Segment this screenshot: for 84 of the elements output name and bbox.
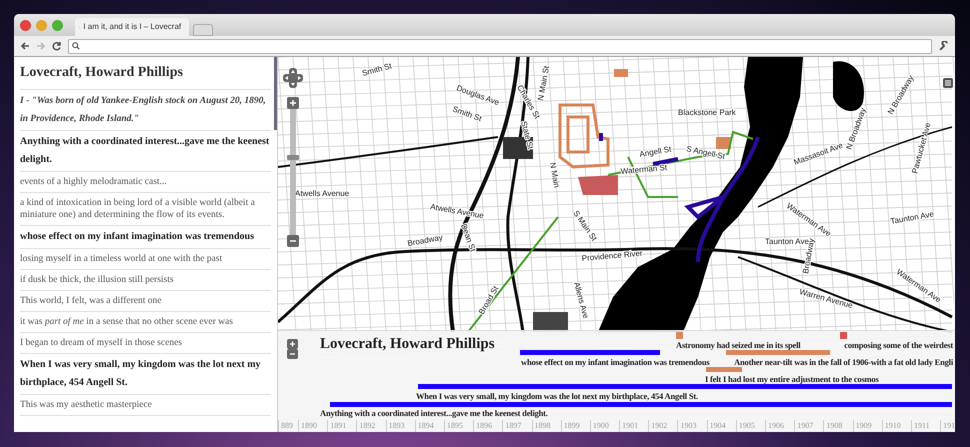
- forward-arrow-icon[interactable]: [36, 41, 46, 51]
- year-tick: 889: [278, 420, 298, 432]
- street-label: N Main St: [536, 65, 552, 102]
- sidebar-title: Lovecraft, Howard Phillips: [20, 57, 271, 90]
- year-tick: 1902: [648, 420, 678, 432]
- zoom-out-button[interactable]: [287, 349, 298, 359]
- search-icon: [72, 42, 80, 50]
- year-tick: 1895: [444, 420, 474, 432]
- street-label: Dean St: [459, 222, 478, 253]
- sidebar-item[interactable]: This world, I felt, was a different one: [20, 291, 271, 312]
- year-tick: 191: [940, 420, 955, 432]
- year-tick: 1899: [560, 420, 590, 432]
- new-tab-button[interactable]: [193, 24, 213, 36]
- reload-icon[interactable]: [52, 41, 62, 51]
- sidebar-item[interactable]: events of a highly melodramatic cast...: [20, 172, 271, 193]
- wrench-icon[interactable]: [938, 40, 949, 52]
- street-label: Smith St: [451, 104, 483, 124]
- tab-title: I am it, and it is I – Lovecraf: [83, 21, 182, 33]
- event-label[interactable]: Anything with a coordinated interest...gave me the keenest delight.: [320, 408, 548, 419]
- event-label[interactable]: Astronomy had seized me in its spell: [676, 340, 800, 351]
- year-tick: 1909: [852, 420, 882, 432]
- sidebar-item[interactable]: I began to dream of myself in those scenes: [20, 333, 271, 354]
- sidebar-item[interactable]: a kind of intoxication in being lord of a visible world (albeit a miniature one) and determining the flow of its events.: [20, 193, 271, 226]
- year-tick: 1898: [532, 420, 561, 432]
- year-tick: 1897: [502, 420, 532, 432]
- sidebar-item[interactable]: When I was very small, my kingdom was the lot next my birthplace, 454 Angell St.: [20, 354, 271, 395]
- event-label[interactable]: When I was very small, my kingdom was the lot next my birthplace, 454 Angell St.: [416, 391, 698, 402]
- event-label[interactable]: whose effect on my infant imagination was tremendous: [521, 357, 710, 368]
- year-tick: 1908: [823, 420, 853, 432]
- year-tick: 1901: [619, 420, 648, 432]
- year-tick: 1891: [327, 420, 356, 432]
- street-label: S Angell St: [686, 144, 726, 162]
- zoom-slider[interactable]: [290, 109, 296, 235]
- street-label: Atwells Avenue: [295, 189, 350, 198]
- year-tick: 1905: [736, 420, 765, 432]
- zoom-out-button[interactable]: [287, 235, 299, 247]
- street-label: Angell St: [638, 144, 672, 159]
- street-label: Broadway: [406, 232, 444, 248]
- event-marker[interactable]: [840, 332, 847, 339]
- year-tick: 1904: [706, 420, 736, 432]
- event-label[interactable]: I felt I had lost my entire adjustment to the cosmos: [705, 374, 879, 385]
- street-label: Blackstone Park: [678, 108, 736, 117]
- year-tick: 1893: [386, 420, 415, 432]
- year-tick: 1890: [298, 420, 328, 432]
- back-arrow-icon[interactable]: [20, 41, 30, 51]
- sidebar-item[interactable]: Anything with a coordinated interest...gave me the keenest delight.: [20, 131, 271, 172]
- event-marker[interactable]: [676, 332, 683, 339]
- year-tick: 1894: [414, 420, 444, 432]
- quote-text[interactable]: I - "Was born of old Yankee-English stock on August 20, 1890, in Providence, Rhode Island.": [20, 90, 271, 131]
- street-label: N Main: [548, 162, 562, 188]
- street-label: Allens Ave: [572, 281, 590, 320]
- layers-icon[interactable]: [943, 78, 953, 88]
- timeline-title: Lovecraft, Howard Phillips: [320, 335, 495, 354]
- browser-tab[interactable]: I am it, and it is I – Lovecraf: [75, 18, 189, 36]
- address-field[interactable]: [68, 38, 932, 54]
- zoom-in-button[interactable]: [287, 97, 299, 109]
- year-tick: 1892: [356, 420, 386, 432]
- sidebar-item[interactable]: This was my aesthetic masterpiece: [20, 395, 271, 416]
- year-tick: 1896: [473, 420, 502, 432]
- street-label: Waterman St: [620, 162, 668, 176]
- street-label: Smith St: [361, 61, 393, 78]
- year-tick: 1906: [765, 420, 794, 432]
- event-label[interactable]: Another near-tilt was in the fall of 1906-with a fat old lady Engli: [734, 357, 953, 368]
- year-tick: 1910: [882, 420, 911, 432]
- street-label: Providence River: [581, 248, 643, 263]
- zoom-in-button[interactable]: [287, 339, 298, 349]
- minimize-window-icon[interactable]: [36, 20, 47, 30]
- sidebar-item[interactable]: if dusk be thick, the illusion still persists: [20, 270, 271, 291]
- sidebar-item[interactable]: whose effect on my infant imagination was tremendous: [20, 226, 271, 249]
- street-label: Taunton Ave: [890, 209, 935, 226]
- close-window-icon[interactable]: [20, 20, 31, 30]
- sidebar-item[interactable]: it was part of me in a sense that no other scene ever was: [20, 312, 271, 333]
- event-label[interactable]: composing some of the weirdest: [844, 340, 953, 351]
- sidebar-item[interactable]: losing myself in a timeless world at one with the past: [20, 249, 271, 270]
- year-tick: 1907: [794, 420, 824, 432]
- pan-control-icon[interactable]: [283, 68, 303, 88]
- street-label: Warren Avenue: [798, 287, 854, 310]
- year-tick: 1903: [677, 420, 707, 432]
- year-tick: 1900: [590, 420, 620, 432]
- year-tick: 1911: [910, 420, 940, 432]
- street-label: State St: [519, 120, 536, 150]
- slider-handle[interactable]: [287, 154, 299, 160]
- street-label: Atwells Avenue: [430, 202, 484, 220]
- zoom-window-icon[interactable]: [52, 20, 63, 30]
